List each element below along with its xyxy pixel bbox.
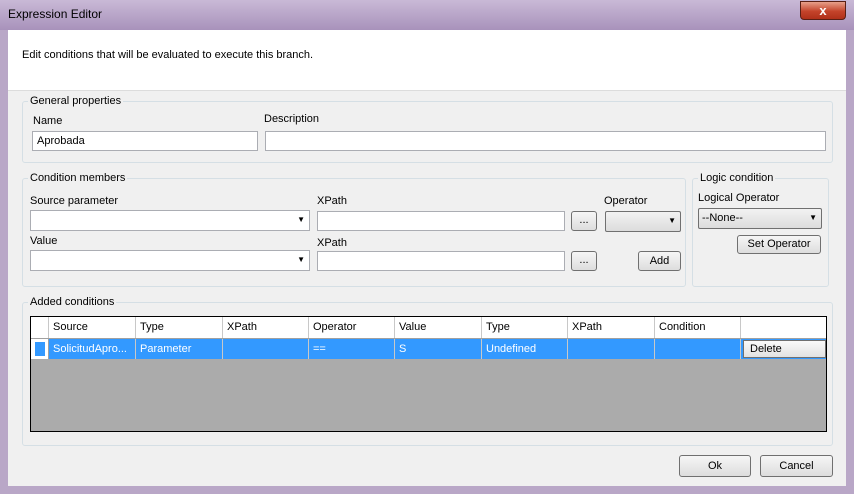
logic-condition-group: Logic condition Logical Operator --None-… (692, 172, 829, 287)
logical-operator-value: --None-- (702, 212, 743, 224)
logical-operator-label: Logical Operator (698, 192, 780, 204)
cell-xpath[interactable] (223, 339, 309, 359)
condition-members-label: Condition members (28, 172, 128, 184)
cancel-button[interactable]: Cancel (760, 455, 833, 477)
xpath-browse-button-2[interactable]: ... (571, 251, 597, 271)
cell-source[interactable]: SolicitudApro... (49, 339, 136, 359)
general-properties-label: General properties (28, 95, 124, 107)
expression-editor-window: Expression Editor x Edit conditions that… (0, 0, 854, 494)
title-bar[interactable]: Expression Editor x (0, 0, 854, 30)
xpath-input-2[interactable] (317, 251, 565, 271)
column-header-value[interactable]: Value (395, 317, 482, 338)
name-input[interactable] (32, 131, 258, 151)
logical-operator-combo[interactable]: --None-- ▼ (698, 208, 822, 229)
operator-label: Operator (604, 195, 648, 207)
column-header-type[interactable]: Type (136, 317, 223, 338)
column-header-xpath-2[interactable]: XPath (568, 317, 655, 338)
name-label: Name (33, 115, 63, 127)
general-properties-group: General properties Name Description (22, 95, 833, 163)
column-header-source[interactable]: Source (49, 317, 136, 338)
column-header-action (741, 317, 826, 338)
cell-type[interactable]: Parameter (136, 339, 223, 359)
condition-members-group: Condition members Source parameter ▼ XPa… (22, 172, 686, 287)
set-operator-button[interactable]: Set Operator (737, 235, 821, 254)
ok-button[interactable]: Ok (679, 455, 751, 477)
close-button[interactable]: x (800, 1, 846, 20)
source-parameter-combo[interactable]: ▼ (30, 210, 310, 231)
xpath-label-2: XPath (317, 237, 347, 249)
table-row[interactable]: SolicitudApro... Parameter == S Undefine… (31, 339, 826, 359)
delete-row-button[interactable]: Delete (743, 340, 826, 358)
xpath-browse-button-1[interactable]: ... (571, 211, 597, 231)
row-selected-marker (35, 342, 45, 356)
grid-header: Source Type XPath Operator Value Type XP… (31, 317, 826, 339)
cell-xpath-2[interactable] (568, 339, 655, 359)
column-header-condition[interactable]: Condition (655, 317, 741, 338)
description-banner: Edit conditions that will be evaluated t… (8, 30, 846, 91)
source-parameter-label: Source parameter (30, 195, 119, 207)
value-combo[interactable]: ▼ (30, 250, 310, 271)
conditions-grid[interactable]: Source Type XPath Operator Value Type XP… (30, 316, 827, 432)
logic-condition-label: Logic condition (698, 172, 776, 184)
dialog-client-area: Edit conditions that will be evaluated t… (8, 30, 846, 486)
chevron-down-icon: ▼ (809, 213, 817, 222)
description-label: Description (264, 113, 320, 125)
xpath-input-1[interactable] (317, 211, 565, 231)
column-header-operator[interactable]: Operator (309, 317, 395, 338)
cell-condition[interactable] (655, 339, 741, 359)
row-header-corner (31, 317, 49, 338)
value-label: Value (30, 235, 58, 247)
cell-value[interactable]: S (395, 339, 482, 359)
window-title: Expression Editor (8, 7, 103, 21)
column-header-xpath[interactable]: XPath (223, 317, 309, 338)
chevron-down-icon: ▼ (668, 216, 676, 225)
added-conditions-label: Added conditions (28, 296, 117, 308)
add-button[interactable]: Add (638, 251, 681, 271)
banner-text: Edit conditions that will be evaluated t… (22, 49, 314, 61)
xpath-label-1: XPath (317, 195, 347, 207)
description-input[interactable] (265, 131, 826, 151)
chevron-down-icon: ▼ (297, 255, 305, 264)
cell-operator[interactable]: == (309, 339, 395, 359)
row-selector[interactable] (31, 339, 49, 359)
chevron-down-icon: ▼ (297, 215, 305, 224)
operator-combo[interactable]: ▼ (605, 211, 681, 232)
column-header-type-2[interactable]: Type (482, 317, 568, 338)
cell-type-2[interactable]: Undefined (482, 339, 568, 359)
